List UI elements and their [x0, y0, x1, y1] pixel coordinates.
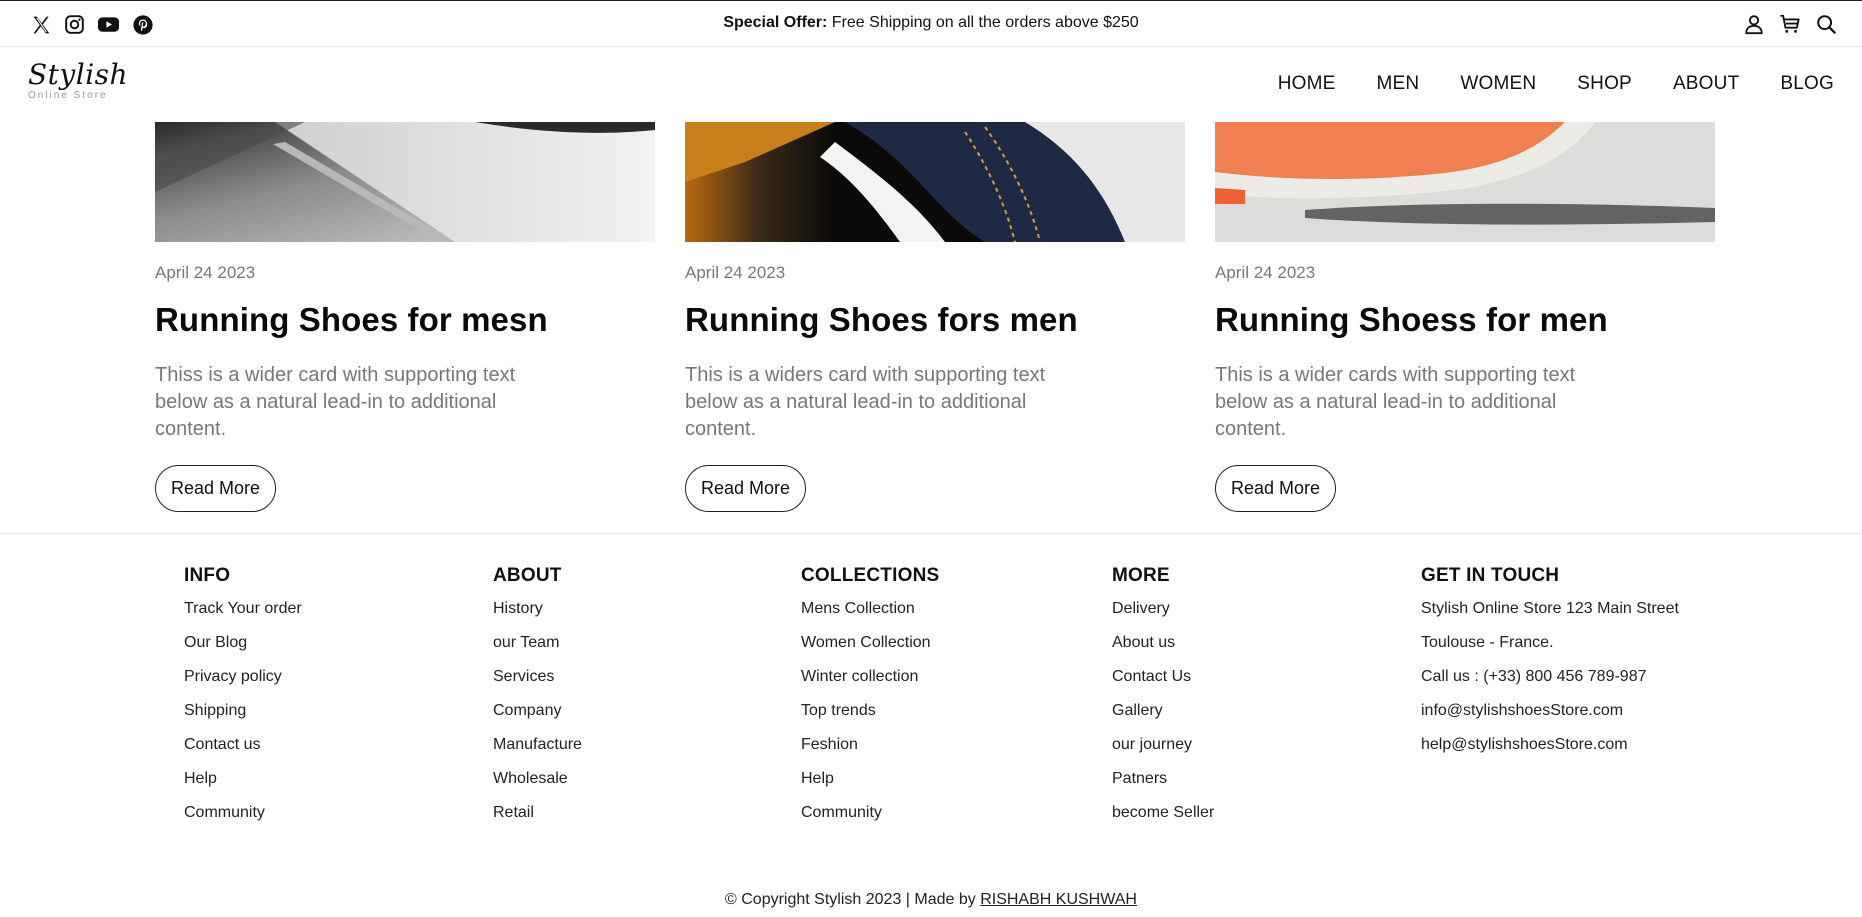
cart-icon[interactable] [1778, 12, 1802, 36]
nav-blog[interactable]: BLOG [1780, 73, 1834, 95]
author-link[interactable]: RISHABH KUSHWAH [980, 891, 1137, 908]
footer-link[interactable]: Manufacture [493, 734, 582, 768]
footer-link[interactable]: Women Collection [801, 632, 939, 666]
footer-link[interactable]: Help [801, 768, 939, 802]
footer-link[interactable]: Retail [493, 802, 582, 836]
blog-card-text: This is a widers card with supporting te… [685, 364, 1046, 440]
copyright: © Copyright Stylish 2023 | Made by RISHA… [0, 891, 1862, 909]
footer-link[interactable]: Gallery [1112, 700, 1214, 734]
footer-link[interactable]: our journey [1112, 734, 1214, 768]
nav-home[interactable]: HOME [1278, 73, 1336, 95]
nav-women[interactable]: WOMEN [1460, 73, 1536, 95]
footer-column-contact: GET IN TOUCH Stylish Online Store 123 Ma… [1421, 565, 1679, 768]
blog-card-text: This is a wider cards with supporting te… [1215, 364, 1576, 440]
footer-link[interactable]: Patners [1112, 768, 1214, 802]
logo-wordmark: Stylish [28, 58, 129, 91]
logo[interactable]: Stylish Online Store [28, 58, 129, 102]
footer-link[interactable]: Wholesale [493, 768, 582, 802]
blog-card: April 24 2023 Running Shoes for mesn Thi… [155, 122, 655, 512]
special-offer-banner: Special Offer: Free Shipping on all the … [0, 14, 1862, 32]
footer-link[interactable]: Company [493, 700, 582, 734]
footer-heading: GET IN TOUCH [1421, 565, 1560, 586]
footer-link[interactable]: Privacy policy [184, 666, 302, 700]
footer-link[interactable]: Feshion [801, 734, 939, 768]
contact-email[interactable]: info@stylishshoesStore.com [1421, 700, 1679, 734]
blog-card: April 24 2023 Running Shoes fors men Thi… [685, 122, 1185, 512]
contact-address: Stylish Online Store 123 Main Street [1421, 600, 1679, 617]
footer-heading: ABOUT [493, 565, 562, 586]
blog-card-text: Thiss is a wider card with supporting te… [155, 364, 516, 440]
read-more-button[interactable]: Read More [155, 465, 277, 512]
read-more-button[interactable]: Read More [685, 465, 807, 512]
footer-link[interactable]: History [493, 598, 582, 632]
user-icon[interactable] [1742, 12, 1766, 36]
top-bar: Special Offer: Free Shipping on all the … [0, 0, 1862, 47]
footer-link[interactable]: Contact Us [1112, 666, 1214, 700]
footer-link[interactable]: Winter collection [801, 666, 939, 700]
logo-tagline: Online Store [28, 90, 108, 101]
footer-link[interactable]: Mens Collection [801, 598, 939, 632]
main-header: Stylish Online Store HOME MEN WOMEN SHOP… [0, 47, 1862, 122]
blog-card-title[interactable]: Running Shoes fors men [685, 301, 1185, 345]
nav-shop[interactable]: SHOP [1577, 73, 1632, 95]
offer-text: Free Shipping on all the orders above $2… [831, 14, 1139, 31]
footer-link[interactable]: Delivery [1112, 598, 1214, 632]
copyright-text: © Copyright Stylish 2023 | Made by [725, 891, 976, 908]
blog-cards: April 24 2023 Running Shoes for mesn Thi… [155, 122, 1715, 512]
footer-heading: COLLECTIONS [801, 565, 940, 586]
contact-email[interactable]: help@stylishshoesStore.com [1421, 734, 1679, 768]
footer-link[interactable]: Top trends [801, 700, 939, 734]
footer-heading: MORE [1112, 565, 1170, 586]
footer-column-collections: COLLECTIONS Mens Collection Women Collec… [801, 565, 939, 836]
blog-card-date: April 24 2023 [685, 263, 786, 282]
blog-card-date: April 24 2023 [1215, 263, 1316, 282]
footer-link[interactable]: Services [493, 666, 582, 700]
footer-link[interactable]: About us [1112, 632, 1214, 666]
blog-card-image[interactable] [155, 122, 655, 242]
blog-card-image[interactable] [685, 122, 1185, 242]
footer-link[interactable]: Our Blog [184, 632, 302, 666]
contact-phone[interactable]: Call us : (+33) 800 456 789-987 [1421, 666, 1679, 700]
header-actions [1742, 12, 1838, 36]
footer-link[interactable]: Contact us [184, 734, 302, 768]
footer-link[interactable]: Shipping [184, 700, 302, 734]
footer-column-more: MORE Delivery About us Contact Us Galler… [1112, 565, 1214, 836]
footer-column-info: INFO Track Your order Our Blog Privacy p… [184, 565, 302, 836]
footer-link[interactable]: Community [184, 802, 302, 836]
read-more-button[interactable]: Read More [1215, 465, 1337, 512]
contact-city: Toulouse - France. [1421, 634, 1554, 651]
footer-link[interactable]: become Seller [1112, 802, 1214, 836]
nav-about[interactable]: ABOUT [1673, 73, 1739, 95]
nav-men[interactable]: MEN [1377, 73, 1420, 95]
blog-card-image[interactable] [1215, 122, 1715, 242]
search-icon[interactable] [1814, 12, 1838, 36]
main-nav: HOME MEN WOMEN SHOP ABOUT BLOG [1237, 73, 1834, 95]
offer-label: Special Offer: [723, 14, 828, 31]
blog-card: April 24 2023 Running Shoess for men Thi… [1215, 122, 1715, 512]
blog-card-title[interactable]: Running Shoes for mesn [155, 301, 655, 345]
footer-link[interactable]: Track Your order [184, 598, 302, 632]
footer-column-about: ABOUT History our Team Services Company … [493, 565, 582, 836]
blog-card-title[interactable]: Running Shoess for men [1215, 301, 1715, 345]
footer-link[interactable]: our Team [493, 632, 582, 666]
blog-card-date: April 24 2023 [155, 263, 256, 282]
footer-heading: INFO [184, 565, 231, 586]
footer-link[interactable]: Help [184, 768, 302, 802]
footer-link[interactable]: Community [801, 802, 939, 836]
footer-divider [0, 533, 1862, 534]
